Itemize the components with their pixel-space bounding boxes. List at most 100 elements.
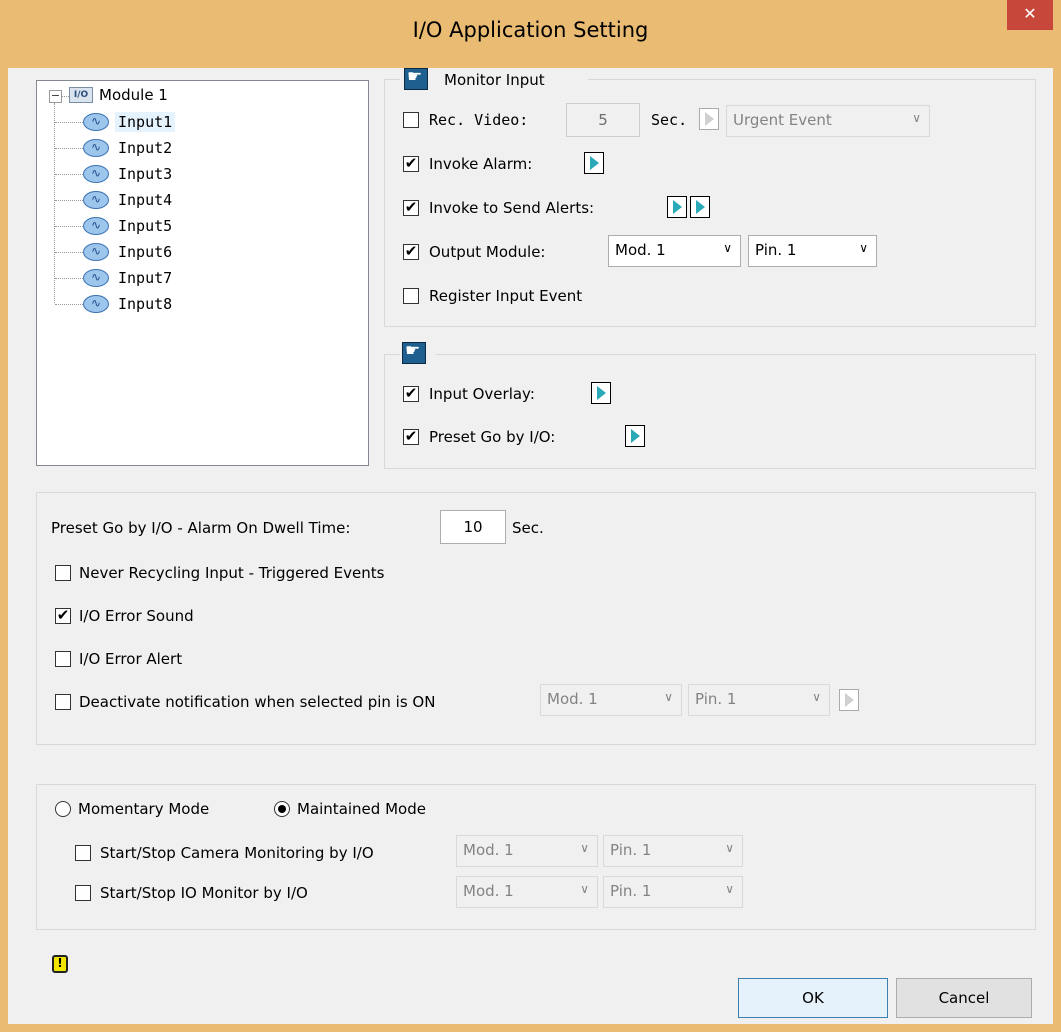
deactivate-checkbox[interactable] [55,694,71,710]
deactivate-module-value: Mod. 1 [547,690,598,708]
chevron-down-icon: ∨ [859,241,868,255]
output-module-checkbox[interactable]: ✔ [403,244,419,260]
invoke-alerts-play-icon-2[interactable] [690,196,710,218]
io-monitor-pin-value: Pin. 1 [610,882,652,900]
output-pin-value: Pin. 1 [755,241,797,259]
tree-input-label: Input6 [118,243,173,261]
module-icon: I/O [69,87,93,103]
monitor-input-legend: Monitor Input [400,67,588,94]
tree-input-item[interactable]: ∿ Input2 [37,137,337,161]
deactivate-label: Deactivate notification when selected pi… [79,693,436,711]
input-overlay-play-icon[interactable] [591,382,611,404]
tree-connector [55,226,83,227]
tree-input-item[interactable]: ∿ Input4 [37,189,337,213]
tree-connector [55,174,83,175]
window-title: I/O Application Setting [412,18,649,42]
tree-input-label: Input2 [118,139,173,157]
input-signal-icon: ∿ [83,165,109,183]
rec-video-event-value: Urgent Event [733,111,832,129]
chevron-down-icon: ∨ [912,111,921,125]
tree-connector [55,278,83,279]
rec-video-play-icon[interactable] [699,108,719,130]
tree-connector [55,148,83,149]
camera-monitoring-module-select[interactable]: Mod. 1 ∨ [456,835,598,867]
tree-connector [61,96,69,97]
rec-video-label: Rec. Video: [429,111,529,129]
output-module-value: Mod. 1 [615,241,666,259]
invoke-alarm-play-icon[interactable] [584,152,604,174]
chevron-down-icon: ∨ [725,882,734,896]
tree-input-item[interactable]: ∿ Input3 [37,163,337,187]
camera-monitoring-module-value: Mod. 1 [463,841,514,859]
momentary-mode-radio[interactable] [55,801,71,817]
ok-button[interactable]: OK [738,978,888,1018]
camera-monitoring-pin-select[interactable]: Pin. 1 ∨ [603,835,743,867]
tree-connector [55,304,83,305]
register-input-event-label: Register Input Event [429,287,583,305]
input-overlay-label: Input Overlay: [429,385,535,403]
tree-input-item[interactable]: ∿ Input5 [37,215,337,239]
tree-input-label: Input1 [115,112,176,132]
input-signal-icon: ∿ [83,217,109,235]
tree-connector [55,200,83,201]
invoke-alerts-label: Invoke to Send Alerts: [429,199,595,217]
input-signal-icon: ∿ [83,139,109,157]
monitor-input-title: Monitor Input [444,71,545,89]
tree-module-label[interactable]: Module 1 [99,86,168,104]
preset-go-checkbox[interactable]: ✔ [403,429,419,445]
invoke-alarm-checkbox[interactable]: ✔ [403,156,419,172]
tree-input-item[interactable]: ∿ Input7 [37,267,337,291]
overlay-legend [400,341,436,366]
rec-video-sec-label: Sec. [651,111,688,129]
maintained-mode-radio[interactable] [274,801,290,817]
preset-go-play-icon[interactable] [625,425,645,447]
chevron-down-icon: ∨ [580,841,589,855]
camera-monitoring-pin-value: Pin. 1 [610,841,652,859]
input-overlay-checkbox[interactable]: ✔ [403,386,419,402]
output-module-select[interactable]: Mod. 1 ∨ [608,235,741,267]
io-monitor-label: Start/Stop IO Monitor by I/O [100,884,308,902]
rec-video-event-select[interactable]: Urgent Event ∨ [726,105,930,137]
hand-pointer-icon [402,341,426,364]
tree-input-item[interactable]: ∿ Input1 [37,111,337,135]
tree-input-item[interactable]: ∿ Input8 [37,293,337,317]
camera-monitoring-label: Start/Stop Camera Monitoring by I/O [100,844,374,862]
error-sound-label: I/O Error Sound [79,607,194,625]
camera-monitoring-checkbox[interactable] [75,845,91,861]
title-bar[interactable]: I/O Application Setting ✕ [0,0,1061,68]
invoke-alerts-checkbox[interactable]: ✔ [403,200,419,216]
tree-connector [55,252,83,253]
tree-input-item[interactable]: ∿ Input6 [37,241,337,265]
io-monitor-pin-select[interactable]: Pin. 1 ∨ [603,876,743,908]
rec-video-checkbox[interactable] [403,112,419,128]
maintained-mode-label: Maintained Mode [297,800,426,818]
never-recycling-checkbox[interactable] [55,565,71,581]
rec-video-seconds-input[interactable]: 5 [566,103,640,137]
error-sound-checkbox[interactable]: ✔ [55,608,71,624]
input-signal-icon: ∿ [83,113,109,131]
deactivate-pin-select[interactable]: Pin. 1 ∨ [688,684,830,716]
input-signal-icon: ∿ [83,269,109,287]
preset-go-label: Preset Go by I/O: [429,428,556,446]
output-pin-select[interactable]: Pin. 1 ∨ [748,235,877,267]
chevron-down-icon: ∨ [580,882,589,896]
warning-icon[interactable]: ! [52,955,68,973]
tree-input-label: Input8 [118,295,173,313]
input-signal-icon: ∿ [83,191,109,209]
close-button[interactable]: ✕ [1007,0,1053,30]
module-tree[interactable]: − I/O Module 1 ∿ Input1 ∿ Input2 ∿ Input3 ∿ Inp… [36,80,369,466]
deactivate-module-select[interactable]: Mod. 1 ∨ [540,684,682,716]
deactivate-play-icon[interactable] [839,689,859,711]
cancel-button[interactable]: Cancel [896,978,1032,1018]
error-alert-checkbox[interactable] [55,651,71,667]
dwell-time-input[interactable]: 10 [440,510,506,544]
io-monitor-checkbox[interactable] [75,885,91,901]
register-input-event-checkbox[interactable] [403,288,419,304]
input-signal-icon: ∿ [83,243,109,261]
io-monitor-module-select[interactable]: Mod. 1 ∨ [456,876,598,908]
chevron-down-icon: ∨ [723,241,732,255]
chevron-down-icon: ∨ [812,690,821,704]
io-monitor-module-value: Mod. 1 [463,882,514,900]
invoke-alerts-play-icon-1[interactable] [667,196,687,218]
deactivate-pin-value: Pin. 1 [695,690,737,708]
